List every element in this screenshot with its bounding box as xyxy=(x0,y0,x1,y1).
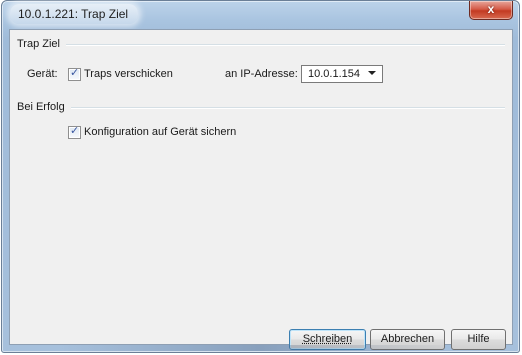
window-bottom-shadow xyxy=(60,345,460,351)
hilfe-button-label: Hilfe xyxy=(467,333,490,345)
section-divider xyxy=(67,107,505,109)
section-title-bei-erfolg: Bei Erfolg xyxy=(17,100,71,114)
geraet-label: Gerät: xyxy=(27,68,58,80)
ip-address-value: 10.0.1.154 xyxy=(308,68,360,80)
schreiben-button-label: Schreiben xyxy=(302,333,353,345)
ip-address-label: an IP-Adresse: xyxy=(225,68,298,80)
konfiguration-sichern-label[interactable]: Konfiguration auf Gerät sichern xyxy=(84,125,236,139)
section-title-trap-ziel: Trap Ziel xyxy=(17,37,66,51)
chevron-down-icon xyxy=(368,71,376,75)
section-trap-ziel: Trap Ziel xyxy=(17,37,505,51)
traps-verschicken-checkbox[interactable]: ✓ xyxy=(68,67,81,81)
title-glow: 10.0.1.221: Trap Ziel xyxy=(10,4,139,24)
dialog-content: Trap Ziel Gerät: ✓ Traps verschicken an … xyxy=(9,29,513,350)
close-icon: x xyxy=(487,2,495,16)
section-bei-erfolg: Bei Erfolg xyxy=(17,100,505,114)
window-title: 10.0.1.221: Trap Ziel xyxy=(18,7,129,21)
ip-address-select[interactable]: 10.0.1.154 xyxy=(301,65,383,83)
abbrechen-button-label: Abbrechen xyxy=(380,333,435,345)
close-button[interactable]: x xyxy=(469,1,513,20)
checkmark-icon: ✓ xyxy=(70,125,80,137)
title-bar[interactable]: 10.0.1.221: Trap Ziel x xyxy=(2,1,519,29)
konfiguration-sichern-checkbox[interactable]: ✓ xyxy=(68,125,81,139)
traps-verschicken-label[interactable]: Traps verschicken xyxy=(84,67,173,81)
checkmark-icon: ✓ xyxy=(70,67,80,79)
section-divider xyxy=(57,44,505,46)
dialog-window: 10.0.1.221: Trap Ziel x Trap Ziel Gerät:… xyxy=(1,0,520,353)
